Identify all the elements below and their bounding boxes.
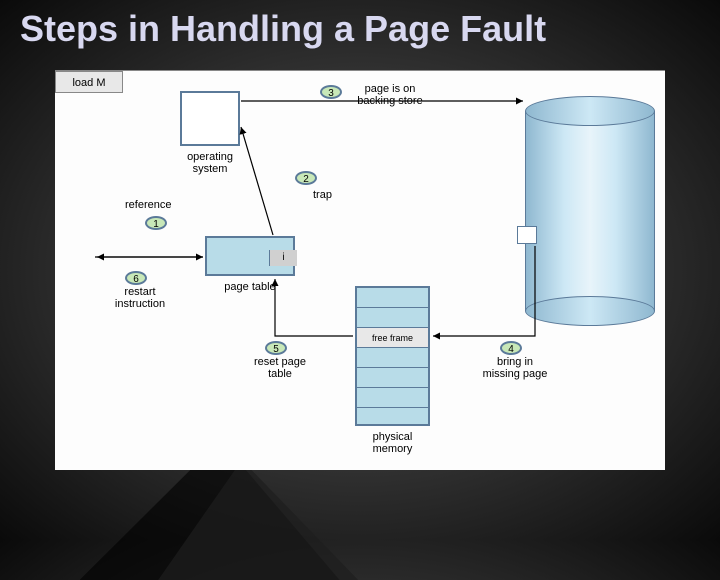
memory-frame [357, 408, 428, 428]
load-m-box: load M [55, 71, 123, 93]
trap-label: trap [313, 189, 332, 201]
decorative-wedge-2 [158, 460, 402, 580]
memory-frame [357, 348, 428, 368]
backing-store-cylinder [525, 96, 655, 326]
diagram-canvas: operating system load M i page table fre… [55, 70, 665, 470]
reference-label: reference [125, 199, 171, 211]
restart-label: restart instruction [110, 286, 170, 310]
step-1: 1 [145, 216, 167, 230]
physical-memory-box: free frame [355, 286, 430, 426]
memory-frame [357, 388, 428, 408]
memory-frame [357, 368, 428, 388]
step-2: 2 [295, 171, 317, 185]
free-frame-cell: free frame [357, 328, 428, 348]
step-3: 3 [320, 85, 342, 99]
os-box [180, 91, 240, 146]
physical-memory-label: physical memory [355, 431, 430, 455]
disk-page-box [517, 226, 537, 244]
page-table-box: i [205, 236, 295, 276]
backing-store-label: page is on backing store [350, 83, 430, 107]
memory-frame [357, 308, 428, 328]
invalid-bit-cell: i [269, 250, 297, 266]
reset-label: reset page table [245, 356, 315, 380]
slide-title: Steps in Handling a Page Fault [20, 8, 546, 50]
page-table-label: page table [215, 281, 285, 293]
memory-frame [357, 288, 428, 308]
step-5: 5 [265, 341, 287, 355]
step-4: 4 [500, 341, 522, 355]
step-6: 6 [125, 271, 147, 285]
os-label: operating system [180, 151, 240, 175]
bring-in-label: bring in missing page [475, 356, 555, 380]
